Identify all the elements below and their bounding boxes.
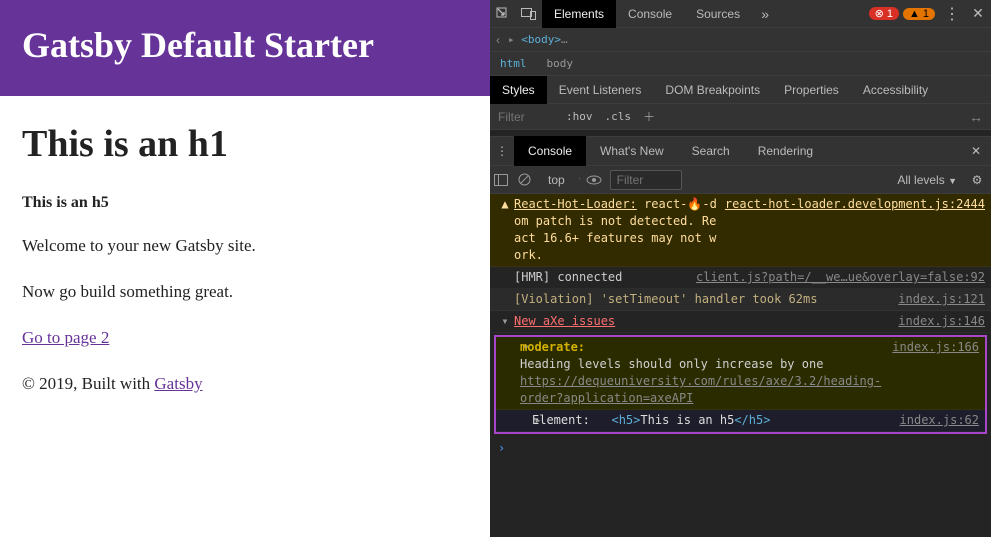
drawer-close-icon[interactable]: ✕ — [961, 144, 991, 158]
styles-sidebar-toggle-icon[interactable]: ↔ — [969, 109, 991, 125]
live-expression-icon[interactable] — [586, 175, 606, 185]
drawer-menu-icon[interactable]: ⋮ — [490, 144, 514, 158]
source-link[interactable]: index.js:166 — [892, 339, 979, 356]
elements-path: html body — [490, 52, 991, 76]
page-content: This is an h1 This is an h5 Welcome to y… — [0, 96, 490, 446]
device-toggle-icon[interactable] — [518, 3, 540, 25]
more-tabs-icon[interactable]: » — [754, 3, 776, 25]
axe-header-text: New aXe issues — [514, 313, 890, 330]
source-link[interactable]: index.js:146 — [898, 313, 985, 330]
tab-elements[interactable]: Elements — [542, 0, 616, 28]
page-footer: © 2019, Built with Gatsby — [22, 374, 468, 394]
context-selector[interactable]: top — [542, 171, 579, 189]
kebab-menu-icon[interactable]: ⋮ — [941, 3, 963, 25]
console-filter-input[interactable] — [610, 170, 682, 190]
drawer-tab-console[interactable]: Console — [514, 136, 586, 166]
console-prompt[interactable]: › — [490, 438, 991, 459]
site-title: Gatsby Default Starter — [22, 24, 468, 66]
warning-triangle-icon: ▲ — [909, 8, 920, 20]
path-html[interactable]: html — [490, 54, 537, 74]
tab-sources[interactable]: Sources — [684, 0, 752, 28]
devtools-top-toolbar: Elements Console Sources » ⊗1 ▲1 ⋮ ✕ — [490, 0, 991, 28]
console-sidebar-toggle-icon[interactable] — [494, 174, 514, 186]
source-link[interactable]: index.js:121 — [898, 291, 985, 308]
drawer-tab-rendering[interactable]: Rendering — [744, 136, 827, 166]
footer-link-gatsby[interactable]: Gatsby — [154, 374, 202, 393]
page-h1: This is an h1 — [22, 122, 468, 166]
element-open-tag: <h5> — [611, 413, 640, 427]
clear-console-icon[interactable] — [518, 173, 538, 186]
page-para-2: Now go build something great. — [22, 282, 468, 302]
log-levels-selector[interactable]: All levels ▼ — [897, 173, 957, 187]
source-link[interactable]: index.js:62 — [900, 412, 979, 429]
console-row-violation[interactable]: [Violation] 'setTimeout' handler took 62… — [490, 289, 991, 311]
error-dot-icon: ⊗ — [875, 7, 884, 20]
devtools-pane: Elements Console Sources » ⊗1 ▲1 ⋮ ✕ ‹ ▸… — [490, 0, 991, 537]
element-close-tag: </h5> — [734, 413, 770, 427]
inspect-icon[interactable] — [492, 3, 514, 25]
rendered-page: Gatsby Default Starter This is an h1 Thi… — [0, 0, 490, 537]
drawer-tab-search[interactable]: Search — [678, 136, 744, 166]
warn-prefix: React-Hot-Loader: — [514, 197, 637, 211]
element-label: Element: — [532, 413, 590, 427]
axe-issue-group: ▾ moderate: Heading levels should only i… — [494, 335, 987, 434]
warning-count: 1 — [923, 8, 929, 20]
expand-arrow-icon[interactable]: ▾ — [499, 313, 511, 330]
styles-filter-bar: :hov .cls ＋ ↔ — [490, 104, 991, 130]
severity-label: moderate: — [520, 340, 585, 354]
violation-text: [Violation] 'setTimeout' handler took 62… — [514, 291, 890, 308]
console-row-element[interactable]: ▸ Element: <h5>This is an h5</h5> index.… — [496, 410, 985, 432]
subtab-accessibility[interactable]: Accessibility — [851, 76, 940, 104]
console-toolbar: top ▼ All levels ▼ ⚙ — [490, 166, 991, 194]
site-header: Gatsby Default Starter — [0, 0, 490, 96]
subtab-dom-breakpoints[interactable]: DOM Breakpoints — [653, 76, 772, 104]
path-body[interactable]: body — [537, 54, 584, 74]
subtab-event-listeners[interactable]: Event Listeners — [547, 76, 654, 104]
new-style-rule-icon[interactable]: ＋ — [637, 108, 661, 125]
error-count: 1 — [887, 8, 893, 20]
error-count-badge[interactable]: ⊗1 — [869, 7, 899, 20]
chevron-left-icon[interactable]: ‹ — [496, 33, 500, 47]
console-output: ▲ React-Hot-Loader: react-🔥-dom patch is… — [490, 194, 991, 459]
elements-collapsed-node[interactable]: ▸ <body>… — [508, 33, 568, 46]
cls-toggle[interactable]: .cls — [599, 110, 638, 123]
source-link[interactable]: react-hot-loader.development.js:2444 — [725, 196, 985, 213]
page-link-page2[interactable]: Go to page 2 — [22, 328, 109, 347]
footer-text: © 2019, Built with — [22, 374, 154, 393]
console-row-log[interactable]: [HMR] connected client.js?path=/__we…ue&… — [490, 267, 991, 289]
drawer-tabs: ⋮ Console What's New Search Rendering ✕ — [490, 136, 991, 166]
styles-filter-input[interactable] — [490, 110, 560, 124]
console-row-axe-header[interactable]: ▾ New aXe issues index.js:146 — [490, 311, 991, 333]
hov-toggle[interactable]: :hov — [560, 110, 599, 123]
warning-count-badge[interactable]: ▲1 — [903, 8, 935, 20]
console-row-warning[interactable]: ▲ React-Hot-Loader: react-🔥-dom patch is… — [490, 194, 991, 267]
elements-breadcrumb: ‹ ▸ <body>… — [490, 28, 991, 52]
subtab-styles[interactable]: Styles — [490, 76, 547, 104]
page-para-1: Welcome to your new Gatsby site. — [22, 236, 468, 256]
warning-triangle-icon: ▲ — [496, 196, 514, 264]
page-h5: This is an h5 — [22, 194, 468, 212]
styles-subtabs: Styles Event Listeners DOM Breakpoints P… — [490, 76, 991, 104]
close-devtools-icon[interactable]: ✕ — [967, 3, 989, 25]
drawer-tab-whats-new[interactable]: What's New — [586, 136, 678, 166]
log-text: [HMR] connected — [514, 269, 688, 286]
rule-help-link[interactable]: https://dequeuniversity.com/rules/axe/3.… — [520, 374, 881, 405]
issue-description: Heading levels should only increase by o… — [520, 357, 823, 371]
source-link[interactable]: client.js?path=/__we…ue&overlay=false:92 — [696, 269, 985, 286]
tab-console[interactable]: Console — [616, 0, 684, 28]
element-inner-text: This is an h5 — [640, 413, 734, 427]
console-row-moderate[interactable]: ▾ moderate: Heading levels should only i… — [496, 337, 985, 410]
subtab-properties[interactable]: Properties — [772, 76, 851, 104]
console-settings-icon[interactable]: ⚙ — [967, 173, 987, 187]
